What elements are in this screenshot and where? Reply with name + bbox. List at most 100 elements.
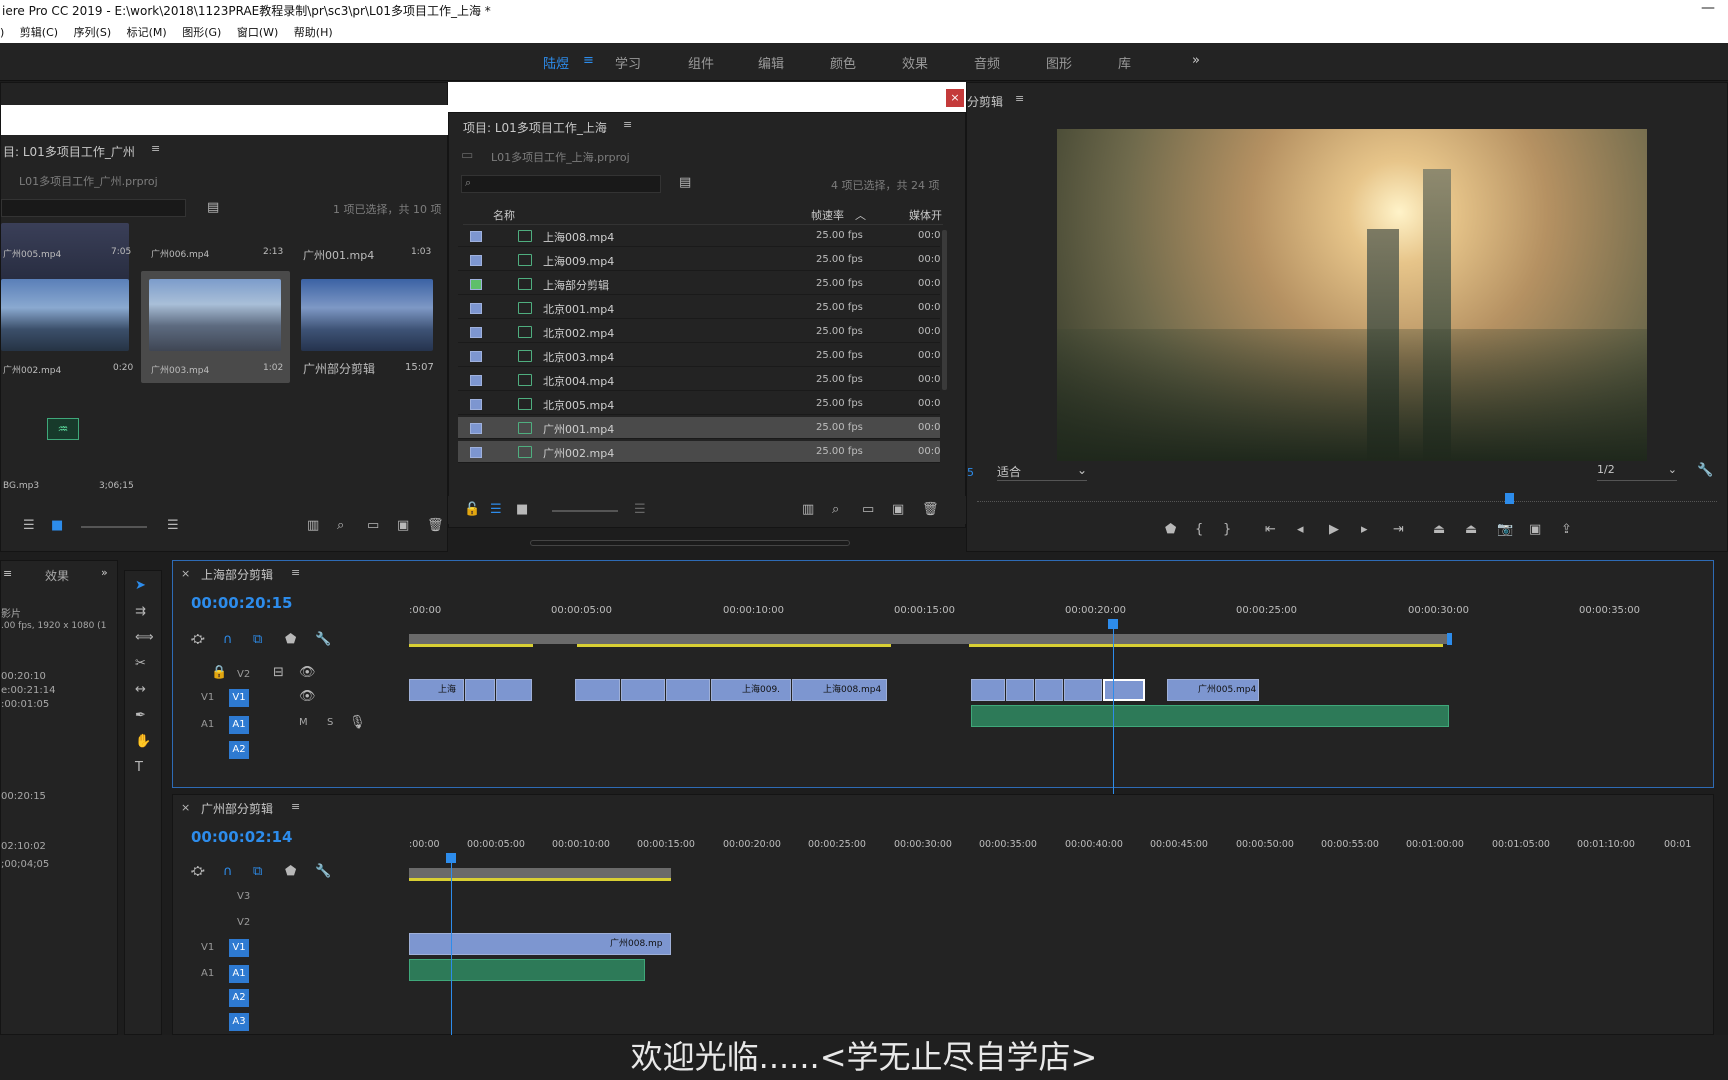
panel-tab-guangzhou-project[interactable]: 目: L01多项目工作_广州 <box>3 143 135 160</box>
razor-tool-icon[interactable]: ✂ <box>135 657 146 671</box>
playhead[interactable] <box>1108 619 1118 629</box>
track-target-a3[interactable]: A3 <box>229 1013 249 1031</box>
zoom-slider[interactable] <box>552 510 618 512</box>
lock-icon[interactable]: 🔒 <box>211 666 227 680</box>
linked-selection-icon[interactable]: ∩ <box>223 865 233 879</box>
time-ruler[interactable]: :00:00 00:00:05:00 00:00:10:00 00:00:15:… <box>409 839 1709 853</box>
icon-view-icon[interactable]: ■ <box>516 503 528 517</box>
automate-to-sequence-icon[interactable]: ▥ <box>307 519 319 533</box>
timeline-clip[interactable] <box>575 679 620 701</box>
new-bin-icon[interactable]: ▭ <box>367 519 379 533</box>
wrench-icon[interactable]: 🔧 <box>1697 464 1713 478</box>
panel-overflow-icon[interactable]: » <box>101 566 108 579</box>
menu-item-clip[interactable]: 剪辑(C) <box>20 26 58 39</box>
project-row[interactable]: 北京002.mp4 25.00 fps 00:0 <box>458 321 940 343</box>
project-row[interactable]: 北京005.mp4 25.00 fps 00:0 <box>458 393 940 415</box>
mic-icon[interactable]: 🎙 <box>349 716 366 730</box>
work-area-bar[interactable] <box>409 634 1452 644</box>
nest-icon[interactable]: ⧉ <box>253 865 262 879</box>
type-tool-icon[interactable]: T <box>135 761 143 775</box>
horizontal-scrollbar[interactable] <box>530 540 850 546</box>
scrollbar[interactable] <box>942 230 947 390</box>
floating-panel-titlebar[interactable] <box>448 82 966 112</box>
extract-icon[interactable]: ⏏ <box>1465 523 1477 537</box>
wrench-icon[interactable]: 🔧 <box>315 633 331 647</box>
zoom-select[interactable]: 适合 ⌄ <box>997 463 1087 481</box>
list-view-icon[interactable]: ☰ <box>490 503 502 517</box>
slip-tool-icon[interactable]: ↔ <box>135 683 146 697</box>
playhead[interactable] <box>446 853 456 863</box>
menu-item-graphics[interactable]: 图形(G) <box>182 26 221 39</box>
eye-icon[interactable]: 👁 <box>299 666 316 680</box>
track-target-v2[interactable]: V2 <box>237 669 250 680</box>
project-row[interactable]: 上海008.mp4 25.00 fps 00:0 <box>458 225 940 247</box>
solo-button[interactable]: S <box>327 717 333 728</box>
close-icon[interactable]: × <box>946 89 964 107</box>
menu-item[interactable]: ) <box>0 26 4 39</box>
linked-selection-icon[interactable]: ∩ <box>223 633 233 647</box>
zoom-slider[interactable] <box>81 526 147 528</box>
timeline-clip-selected[interactable] <box>1103 679 1145 701</box>
audio-clip[interactable] <box>971 705 1449 727</box>
project-row[interactable]: 北京004.mp4 25.00 fps 00:0 <box>458 369 940 391</box>
workspace-tab-custom[interactable]: 陆煜 <box>543 53 569 72</box>
timeline-area[interactable]: :00:00 00:00:05:00 00:00:10:00 00:00:15:… <box>409 795 1709 1036</box>
source-patch-v1[interactable]: V1 <box>201 942 214 953</box>
add-marker-icon[interactable]: ⬟ <box>285 865 296 879</box>
workspace-tab-libraries[interactable]: 库 <box>1118 53 1131 72</box>
project-row[interactable]: 广州002.mp4 25.00 fps 00:0 <box>458 441 940 463</box>
label-color-swatch[interactable] <box>470 279 482 290</box>
new-search-bin-icon[interactable]: ▤ <box>207 201 219 215</box>
icon-view-icon[interactable]: ■ <box>51 519 63 533</box>
timeline-clip[interactable] <box>1035 679 1063 701</box>
panel-menu-icon[interactable]: ≡ <box>1015 92 1024 105</box>
timeline-clip[interactable] <box>621 679 665 701</box>
menu-item-sequence[interactable]: 序列(S) <box>74 26 112 39</box>
workspace-tab-learn[interactable]: 学习 <box>615 53 641 72</box>
label-color-swatch[interactable] <box>470 303 482 314</box>
audio-waveform-icon[interactable]: ♒ <box>47 418 79 440</box>
track-target-v3[interactable]: V3 <box>237 891 250 902</box>
column-name[interactable]: 名称 <box>493 207 515 223</box>
timeline-clip[interactable]: 上海008.mp4 <box>792 679 887 701</box>
sequence-tab[interactable]: 上海部分剪辑 <box>201 566 273 583</box>
workspace-menu-icon[interactable]: ≡ <box>583 53 594 68</box>
clip-thumbnail-guangzhou003[interactable] <box>149 279 281 351</box>
add-marker-icon[interactable]: ⬟ <box>285 633 296 647</box>
panel-tab-effects[interactable]: 效果 <box>45 567 69 584</box>
time-ruler[interactable]: :00:00 00:00:05:00 00:00:10:00 00:00:15:… <box>409 605 1709 619</box>
sort-icon[interactable]: ☰ <box>167 519 179 533</box>
mark-in-icon[interactable]: { <box>1195 523 1203 537</box>
step-back-icon[interactable]: ◂ <box>1297 523 1304 537</box>
wrench-icon[interactable]: 🔧 <box>315 865 331 879</box>
new-item-icon[interactable]: ▣ <box>397 519 409 533</box>
sequence-timecode[interactable]: 00:00:02:14 <box>191 828 293 846</box>
export-icon[interactable]: ⇪ <box>1561 523 1572 537</box>
track-target-a2[interactable]: A2 <box>229 989 249 1007</box>
project-row[interactable]: 上海部分剪辑 25.00 fps 00:0 <box>458 273 940 295</box>
sync-lock-icon[interactable]: ⊟ <box>273 666 284 680</box>
label-color-swatch[interactable] <box>470 231 482 242</box>
step-forward-icon[interactable]: ▸ <box>1361 523 1368 537</box>
label-color-swatch[interactable] <box>470 423 482 434</box>
panel-menu-icon[interactable]: ≡ <box>291 800 300 813</box>
timeline-clip[interactable] <box>496 679 532 701</box>
project-row[interactable]: 上海009.mp4 25.00 fps 00:0 <box>458 249 940 271</box>
panel-menu-icon[interactable]: ≡ <box>151 142 160 155</box>
track-target-a2[interactable]: A2 <box>229 741 249 759</box>
new-bin-icon[interactable]: ▭ <box>862 503 874 517</box>
audio-clip[interactable] <box>409 959 645 981</box>
panel-menu-icon[interactable]: ≡ <box>623 118 632 131</box>
ripple-edit-tool-icon[interactable]: ⟺ <box>135 631 154 645</box>
panel-tab-program[interactable]: 分剪辑 <box>967 93 1003 110</box>
timeline-clip[interactable]: 上海 <box>409 679 464 701</box>
timeline-clip[interactable] <box>971 679 1005 701</box>
source-patch-a1[interactable]: A1 <box>201 968 214 979</box>
timeline-clip[interactable]: 广州005.mp4 <box>1167 679 1259 701</box>
project-row[interactable]: 北京001.mp4 25.00 fps 00:0 <box>458 297 940 319</box>
close-icon[interactable]: × <box>181 801 190 814</box>
sort-icon[interactable]: ☰ <box>634 503 646 517</box>
clear-icon[interactable]: 🗑 <box>922 503 939 517</box>
source-patch-v1[interactable]: V1 <box>201 692 214 703</box>
lock-icon[interactable]: 🔓 <box>464 503 480 517</box>
